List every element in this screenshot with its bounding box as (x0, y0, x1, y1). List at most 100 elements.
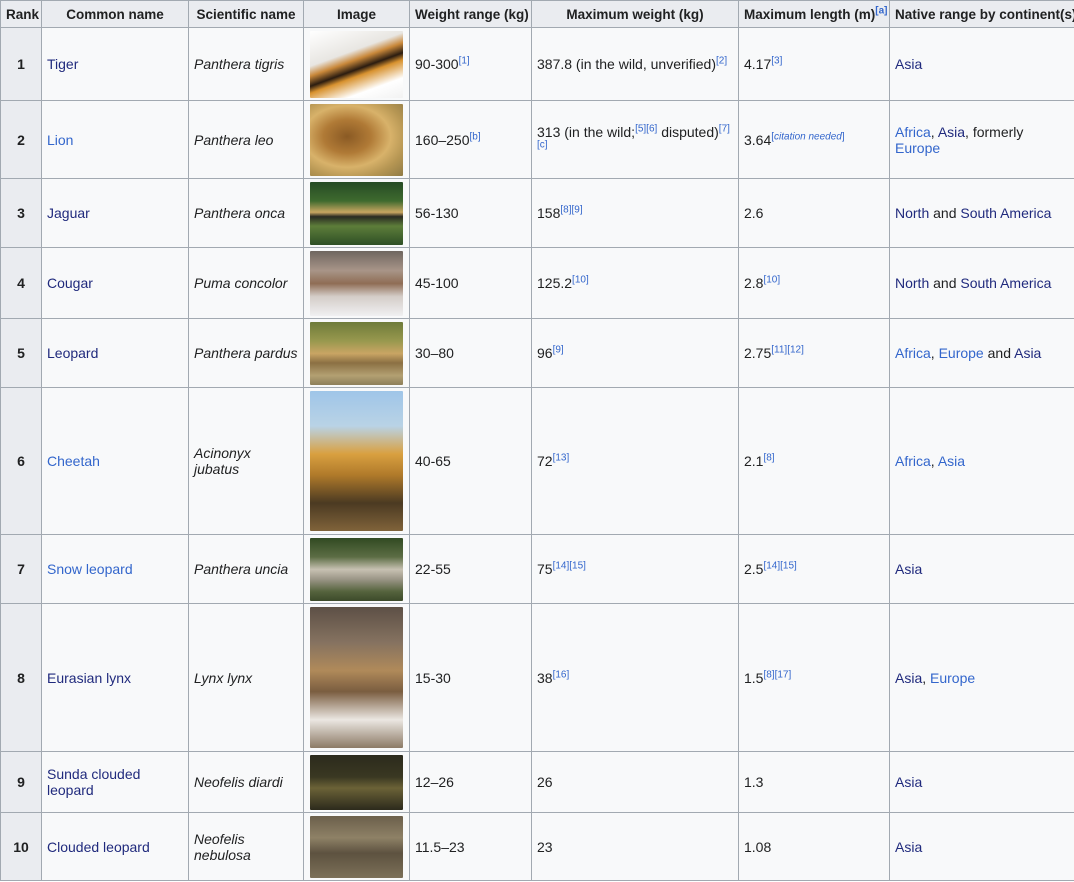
max-length-cell: 2.5[14][15] (738, 534, 890, 604)
footnote-ref[interactable]: [10] (763, 274, 780, 285)
max-weight-cell: 387.8 (in the wild, unverified)[2] (531, 27, 739, 101)
common-name-link[interactable]: Eurasian lynx (47, 670, 131, 686)
jaguar-photo[interactable] (310, 181, 403, 245)
common-name-link[interactable]: Tiger (47, 56, 78, 72)
continent-link[interactable]: Europe (895, 140, 940, 156)
footnote-ref[interactable]: [a] (875, 5, 887, 16)
common-name-link[interactable]: Leopard (47, 345, 98, 361)
max-weight-cell: 125.2[10] (531, 247, 739, 319)
footnote-ref[interactable]: [b] (470, 131, 481, 142)
continent-link[interactable]: Africa (895, 453, 931, 469)
header-common-name[interactable]: Common name (41, 0, 189, 28)
separator: and (983, 345, 1015, 361)
max-length-cell: 2.6 (738, 178, 890, 248)
footnote-ref[interactable]: [8][17] (763, 669, 791, 680)
continent-link[interactable]: Asia (895, 561, 922, 577)
lion-photo[interactable] (310, 103, 403, 176)
image-cell (303, 534, 410, 604)
continent-link[interactable]: North (895, 275, 929, 291)
common-name-cell: Lion (41, 100, 189, 179)
continent-link[interactable]: Asia (938, 124, 965, 140)
rank-cell: 10 (0, 812, 42, 881)
header-max-length[interactable]: Maximum length (m)[a] (738, 0, 890, 28)
common-name-link[interactable]: Lion (47, 132, 73, 148)
continent-link[interactable]: Asia (938, 453, 965, 469)
native-range-cell: Africa, Asia, formerly Europe (889, 100, 1074, 179)
common-name-cell: Cheetah (41, 387, 189, 535)
max-weight-cell: 38[16] (531, 603, 739, 752)
header-weight-range[interactable]: Weight range (kg) (409, 0, 532, 28)
common-name-link[interactable]: Snow leopard (47, 561, 133, 577)
footnote-ref[interactable]: [1] (459, 55, 470, 66)
continent-link[interactable]: Asia (1014, 345, 1041, 361)
rank-cell: 3 (0, 178, 42, 248)
continent-link[interactable]: Africa (895, 124, 931, 140)
cheetah-photo[interactable] (310, 391, 403, 531)
continent-link[interactable]: Asia (895, 56, 922, 72)
footnote-ref[interactable]: [8] (763, 452, 774, 463)
continent-link[interactable]: South America (960, 205, 1051, 221)
max-weight-value: 125.2 (537, 275, 573, 291)
separator: , formerly (965, 123, 1024, 140)
footnote-ref[interactable]: [8][9] (560, 204, 582, 215)
continent-link[interactable]: North (895, 205, 929, 221)
continent-link[interactable]: Asia (895, 670, 922, 686)
scientific-name-cell: Neofelis diardi (188, 751, 304, 813)
citation-needed-ref[interactable]: [citation needed] (771, 131, 844, 142)
table-row: 7 Snow leopard Panthera uncia 22-55 75[1… (0, 534, 1074, 604)
cougar-photo[interactable] (310, 250, 403, 316)
scientific-name-cell: Panthera tigris (188, 27, 304, 101)
weight-range-cell: 90-300[1] (409, 27, 532, 101)
footnote-ref[interactable]: [3] (771, 55, 782, 66)
rank-cell: 5 (0, 318, 42, 388)
sunda-clouded-leopard-photo[interactable] (310, 754, 403, 810)
common-name-link[interactable]: Clouded leopard (47, 839, 150, 855)
weight-range-cell: 12–26 (409, 751, 532, 813)
image-cell (303, 178, 410, 248)
max-length-value: 3.64 (744, 131, 772, 148)
header-native-range[interactable]: Native range by continent(s) (889, 0, 1074, 28)
continent-link[interactable]: Asia (895, 774, 922, 790)
continent-link[interactable]: South America (960, 275, 1051, 291)
weight-range-cell: 30–80 (409, 318, 532, 388)
max-length-cell: 4.17[3] (738, 27, 890, 101)
footnote-ref[interactable]: [14][15] (553, 560, 586, 571)
weight-range-cell: 45-100 (409, 247, 532, 319)
weight-range-cell: 40-65 (409, 387, 532, 535)
continent-link[interactable]: Europe (939, 345, 984, 361)
header-scientific-name[interactable]: Scientific name (188, 0, 304, 28)
footnote-ref[interactable]: [16] (553, 669, 570, 680)
continent-link[interactable]: Europe (930, 670, 975, 686)
rank-cell: 6 (0, 387, 42, 535)
continent-link[interactable]: Asia (895, 839, 922, 855)
eurasian-lynx-photo[interactable] (310, 607, 403, 748)
common-name-link[interactable]: Sunda clouded leopard (47, 766, 140, 798)
footnote-ref[interactable]: [2] (716, 55, 727, 66)
tiger-photo[interactable] (310, 30, 403, 98)
footnote-ref[interactable]: [9] (553, 344, 564, 355)
max-length-value: 2.8 (744, 275, 764, 291)
rank-cell: 4 (0, 247, 42, 319)
footnote-ref[interactable]: [11][12] (771, 344, 804, 355)
citation-needed-text[interactable]: citation needed (774, 131, 842, 142)
scientific-name-cell: Neofelis nebulosa (188, 812, 304, 881)
header-max-weight[interactable]: Maximum weight (kg) (531, 0, 739, 28)
footnote-ref[interactable]: [13] (553, 452, 570, 463)
image-cell (303, 27, 410, 101)
footnote-ref[interactable]: [14][15] (763, 560, 796, 571)
continent-link[interactable]: Africa (895, 345, 931, 361)
clouded-leopard-photo[interactable] (310, 815, 403, 878)
common-name-link[interactable]: Jaguar (47, 205, 90, 221)
footnote-ref[interactable]: [10] (572, 274, 589, 285)
common-name-cell: Tiger (41, 27, 189, 101)
image-cell (303, 603, 410, 752)
footnote-ref[interactable]: [5][6] (635, 123, 657, 134)
common-name-link[interactable]: Cheetah (47, 453, 100, 469)
image-cell (303, 751, 410, 813)
leopard-photo[interactable] (310, 321, 403, 385)
separator: , (930, 123, 938, 140)
common-name-link[interactable]: Cougar (47, 275, 93, 291)
snow-leopard-photo[interactable] (310, 537, 403, 601)
header-rank[interactable]: Rank (0, 0, 42, 28)
weight-range-cell: 160–250[b] (409, 100, 532, 179)
